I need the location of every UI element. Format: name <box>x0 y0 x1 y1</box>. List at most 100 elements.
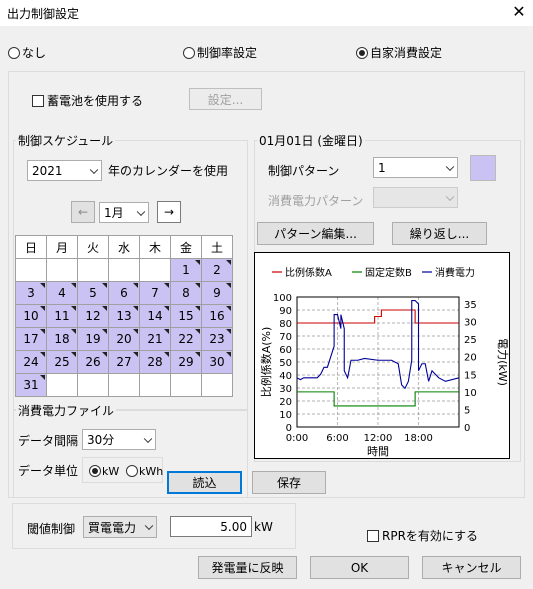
calendar-day[interactable]: 8 <box>170 281 202 305</box>
prev-month-button[interactable]: ← <box>71 201 95 223</box>
consumption-file-group-label: 消費電力ファイル <box>16 402 117 419</box>
legend-label: 比例係数A <box>285 266 332 279</box>
calendar-day[interactable]: 15 <box>170 304 202 328</box>
pattern-color-swatch[interactable] <box>470 155 496 181</box>
calendar-day[interactable]: 28 <box>139 350 171 374</box>
schedule-group-label: 制御スケジュール <box>16 132 116 149</box>
radio-unit-kw[interactable]: kW <box>89 465 119 478</box>
radio-none[interactable]: なし <box>8 44 46 61</box>
y-right-tick-label: 20 <box>464 353 477 364</box>
y-right-tick-label: 30 <box>464 318 477 329</box>
calendar-day[interactable]: 10 <box>15 304 47 328</box>
calendar-day[interactable]: 7 <box>139 281 171 305</box>
consumption-pattern-select[interactable] <box>373 187 458 208</box>
calendar-empty-cell <box>139 258 171 282</box>
ok-button[interactable]: OK <box>310 556 409 579</box>
edit-pattern-button[interactable]: パターン編集... <box>257 222 374 245</box>
cancel-button[interactable]: キャンセル <box>422 556 521 579</box>
calendar-day[interactable]: 11 <box>46 304 78 328</box>
y-left-tick-label: 40 <box>279 371 292 382</box>
radio-rate-label: 制御率設定 <box>197 46 258 60</box>
radio-none-indicator[interactable] <box>8 47 20 59</box>
calendar-day[interactable]: 23 <box>201 327 233 351</box>
load-button[interactable]: 読込 <box>167 471 242 494</box>
window-title: 出力制御設定 <box>7 7 80 21</box>
radio-none-label: なし <box>22 46 47 60</box>
calendar-empty-cell <box>77 258 109 282</box>
radio-self-label: 自家消費設定 <box>370 46 443 60</box>
chevron-down-icon <box>143 434 153 443</box>
y-right-tick-label: 35 <box>464 300 477 311</box>
calendar-empty-cell <box>139 373 171 397</box>
x-tick-label: 12:00 <box>364 433 393 444</box>
interval-select[interactable]: 30分 <box>82 429 156 450</box>
threshold-select[interactable]: 買電電力 <box>83 516 157 538</box>
interval-select-value: 30分 <box>87 433 115 447</box>
threshold-value-input[interactable]: 5.00 <box>170 516 252 537</box>
y-right-tick-label: 0 <box>464 423 470 434</box>
battery-checkbox[interactable]: 蓄電池を使用する <box>32 92 143 109</box>
calendar-day[interactable]: 12 <box>77 304 109 328</box>
calendar-day[interactable]: 4 <box>46 281 78 305</box>
radio-rate-indicator[interactable] <box>183 47 195 59</box>
radio-unit-kw-label: kW <box>102 465 120 478</box>
save-button[interactable]: 保存 <box>252 471 326 494</box>
y-left-tick-label: 70 <box>279 332 292 343</box>
calendar-day[interactable]: 18 <box>46 327 78 351</box>
chevron-down-icon <box>445 192 455 201</box>
calendar-day[interactable]: 27 <box>108 350 140 374</box>
x-tick-label: 6:00 <box>326 433 348 444</box>
weekday-header: 木 <box>139 235 171 259</box>
calendar-day[interactable]: 21 <box>139 327 171 351</box>
radio-self[interactable]: 自家消費設定 <box>356 44 442 61</box>
battery-label: 蓄電池を使用する <box>47 94 144 108</box>
calendar-day[interactable]: 1 <box>170 258 202 282</box>
calendar-day[interactable]: 16 <box>201 304 233 328</box>
calendar-day[interactable]: 20 <box>108 327 140 351</box>
radio-unit-kw-indicator[interactable] <box>89 465 101 477</box>
close-icon[interactable]: ✕ <box>510 2 528 21</box>
year-select-value: 2021 <box>32 163 63 178</box>
battery-checkbox-box[interactable] <box>32 95 44 107</box>
calendar-day[interactable]: 30 <box>201 350 233 374</box>
next-month-button[interactable]: → <box>157 201 181 223</box>
calendar-day[interactable]: 2 <box>201 258 233 282</box>
y-left-tick-label: 20 <box>279 397 292 408</box>
calendar-day[interactable]: 3 <box>15 281 47 305</box>
month-select[interactable]: 1月 <box>99 202 149 223</box>
reflect-generation-button[interactable]: 発電量に反映 <box>198 556 297 579</box>
rpr-checkbox-box[interactable] <box>367 530 379 542</box>
battery-settings-button[interactable]: 設定... <box>189 88 262 110</box>
calendar-day[interactable]: 13 <box>108 304 140 328</box>
year-suffix-label: 年のカレンダーを使用 <box>108 164 229 178</box>
calendar-day[interactable]: 22 <box>170 327 202 351</box>
calendar-day[interactable]: 17 <box>15 327 47 351</box>
repeat-button[interactable]: 繰り返し... <box>392 222 487 245</box>
calendar-day[interactable]: 24 <box>15 350 47 374</box>
calendar-day[interactable]: 5 <box>77 281 109 305</box>
calendar-day[interactable]: 9 <box>201 281 233 305</box>
calendar-day[interactable]: 26 <box>77 350 109 374</box>
threshold-select-value: 買電電力 <box>88 520 137 535</box>
calendar-grid: 日月火水木金土 1 2 3 4 5 6 7 8 9 10 11 12 13 14 15 16 17 18 19 20 2… <box>15 235 233 397</box>
calendar-day[interactable]: 14 <box>139 304 171 328</box>
pattern-select[interactable]: 1 <box>373 157 458 178</box>
radio-unit-kwh[interactable]: kWh <box>126 465 163 478</box>
radio-unit-kwh-label: kWh <box>139 465 164 478</box>
calendar-day[interactable]: 19 <box>77 327 109 351</box>
calendar-day[interactable]: 25 <box>46 350 78 374</box>
calendar-day[interactable]: 31 <box>15 373 47 397</box>
calendar-empty-cell <box>170 373 202 397</box>
radio-unit-kwh-indicator[interactable] <box>126 465 138 477</box>
calendar-empty-cell <box>15 258 47 282</box>
y-left-tick-label: 100 <box>273 293 292 304</box>
rpr-checkbox[interactable]: RPRを有効にする <box>367 527 478 544</box>
calendar-day[interactable]: 6 <box>108 281 140 305</box>
threshold-label: 閾値制御 <box>27 522 76 536</box>
year-select[interactable]: 2021 <box>27 160 102 181</box>
radio-self-indicator[interactable] <box>356 47 368 59</box>
weekday-header: 火 <box>77 235 109 259</box>
pattern-select-value: 1 <box>378 160 386 175</box>
calendar-day[interactable]: 29 <box>170 350 202 374</box>
radio-rate[interactable]: 制御率設定 <box>183 44 257 61</box>
